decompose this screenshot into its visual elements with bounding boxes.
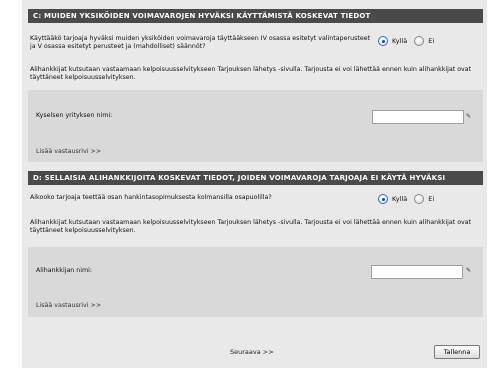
section-d-question: Aikooko tarjoaja teettää osan hankintaso…	[30, 194, 272, 201]
section-d-subcontractor-label: Alihankkijan nimi:	[36, 267, 93, 274]
section-d-radio-group: Kyllä Ei	[378, 193, 441, 205]
section-c-question: Käyttääkö tarjoaja hyväksi muiden yksikö…	[30, 35, 371, 50]
section-d-no-label[interactable]: Ei	[428, 195, 434, 203]
section-d-subcontractor-input[interactable]	[371, 265, 463, 279]
section-c-no-radio[interactable]	[414, 36, 425, 46]
section-c-edit-icon[interactable]: ✎	[466, 114, 474, 120]
section-c-info: Alihankkijat kutsutaan vastaamaan kelpoi…	[30, 66, 472, 81]
section-d-add-row-link[interactable]: Lisää vastausrivi >>	[36, 302, 101, 309]
section-c-company-label: Kyselsen yrityksen nimi:	[36, 112, 113, 119]
section-c-header: C: MUIDEN YKSIKÖIDEN VOIMAVAROJEN HYVÄKS…	[28, 9, 483, 23]
section-d-no-radio[interactable]	[414, 194, 425, 204]
next-link[interactable]: Seuraava >>	[230, 348, 274, 356]
save-button[interactable]: Tallenna	[434, 345, 480, 359]
section-c-company-input[interactable]	[372, 110, 464, 124]
section-d-edit-icon[interactable]: ✎	[466, 268, 474, 274]
section-c-no-label[interactable]: Ei	[428, 37, 434, 45]
section-d-info: Alihankkijat kutsutaan vastaamaan kelpoi…	[30, 219, 472, 234]
section-c-add-row-link[interactable]: Lisää vastausrivi >>	[36, 148, 101, 155]
section-d-yes-label[interactable]: Kyllä	[392, 195, 407, 203]
section-c-radio-group: Kyllä Ei	[378, 35, 441, 47]
section-d-yes-radio[interactable]	[378, 194, 388, 204]
section-c-yes-radio[interactable]	[378, 36, 388, 46]
section-d-header: D: SELLAISIA ALIHANKKIJOITA KOSKEVAT TIE…	[28, 171, 483, 185]
section-c-yes-label[interactable]: Kyllä	[392, 37, 407, 45]
